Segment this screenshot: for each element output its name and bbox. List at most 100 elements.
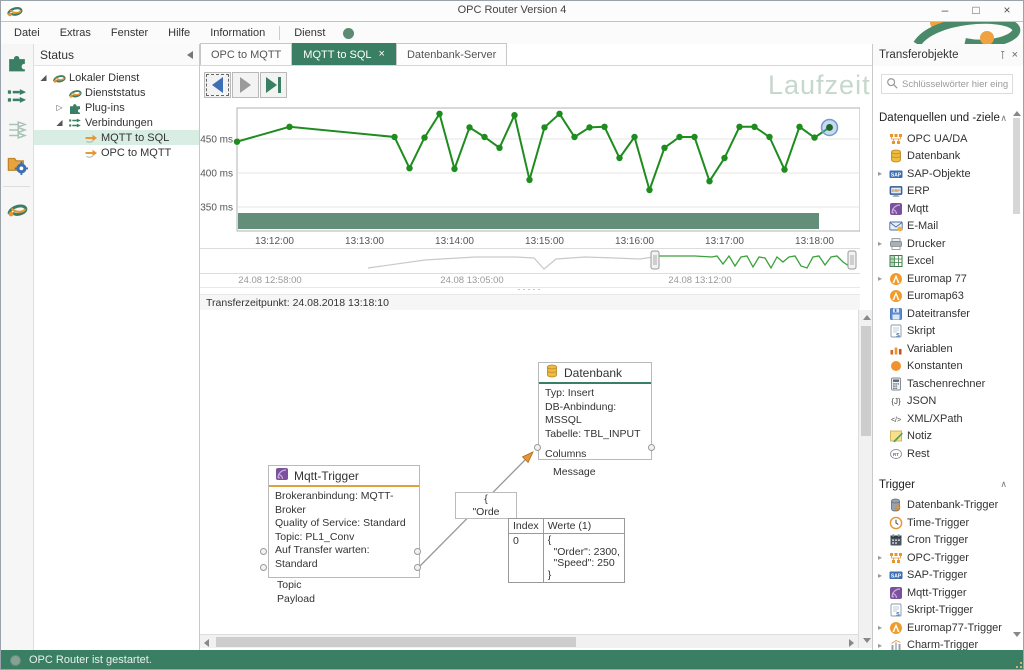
- transfer-item-rest[interactable]: RTRest: [873, 445, 1011, 463]
- strip-button-puzzle[interactable]: [3, 48, 31, 76]
- overview-range-handle[interactable]: [848, 251, 856, 269]
- panel-close-icon[interactable]: ×: [1012, 49, 1018, 61]
- port-topic-left[interactable]: [260, 548, 267, 555]
- transfer-item-euromap63[interactable]: Euromap63: [873, 288, 1011, 306]
- tree-expander-icon[interactable]: ▷: [54, 103, 65, 112]
- timeline-overview[interactable]: 24.08 12:58:0024.08 13:05:0024.08 13:12:…: [200, 248, 860, 288]
- item-expander-icon[interactable]: ▸: [875, 274, 885, 283]
- menu-extras[interactable]: Extras: [50, 24, 101, 42]
- close-button[interactable]: ×: [992, 1, 1022, 20]
- transfer-item-opc-trigger[interactable]: ▸OPC-Trigger: [873, 549, 1011, 567]
- menu-fenster[interactable]: Fenster: [101, 24, 158, 42]
- maximize-button[interactable]: □: [961, 1, 991, 20]
- panel-scroll-up-icon[interactable]: [1013, 111, 1021, 116]
- item-expander-icon[interactable]: ▸: [875, 641, 885, 650]
- item-expander-icon[interactable]: ▸: [875, 169, 885, 178]
- mqtt-trigger-node[interactable]: Mqtt-Trigger Brokeranbindung: MQTT-Broke…: [268, 465, 420, 578]
- tab-datenbank-server[interactable]: Datenbank-Server: [396, 43, 507, 65]
- item-expander-icon[interactable]: ▸: [875, 623, 885, 632]
- transfer-item-euromap77-trigger[interactable]: ▸Euromap77-Trigger: [873, 619, 1011, 637]
- tab-opc-to-mqtt[interactable]: OPC to MQTT: [200, 43, 292, 65]
- minimize-button[interactable]: –: [930, 1, 960, 20]
- datenbank-node[interactable]: Datenbank Typ: InsertDB-Anbindung: MSSQL…: [538, 362, 652, 460]
- resize-grip[interactable]: [1012, 658, 1022, 668]
- transfer-item-skript[interactable]: sSkript: [873, 323, 1011, 341]
- transfer-item-datenbank[interactable]: Datenbank: [873, 148, 1011, 166]
- transfer-item-json[interactable]: {J}JSON: [873, 393, 1011, 411]
- transfer-item-charm-trigger[interactable]: ▸Charm-Trigger: [873, 637, 1011, 651]
- tree-expander-icon[interactable]: ◢: [54, 118, 65, 127]
- overview-range-handle[interactable]: [651, 251, 659, 269]
- menu-hilfe[interactable]: Hilfe: [158, 24, 200, 42]
- transfer-item-dateitransfer[interactable]: Dateitransfer: [873, 305, 1011, 323]
- panel-scroll-down-icon[interactable]: [1013, 632, 1021, 637]
- vertical-scrollbar-thumb[interactable]: [861, 326, 871, 436]
- strip-button-templates[interactable]: [3, 116, 31, 144]
- pane-splitter[interactable]: ·····: [200, 286, 860, 294]
- transfer-item-skript-trigger[interactable]: sSkript-Trigger: [873, 602, 1011, 620]
- scroll-right-icon[interactable]: [849, 639, 854, 647]
- strip-button-connections[interactable]: [3, 82, 31, 110]
- port-topic-right[interactable]: [414, 548, 421, 555]
- strip-button-jobs[interactable]: [3, 150, 31, 178]
- transfer-item-mqtt[interactable]: Mqtt: [873, 200, 1011, 218]
- transfer-item-xml-xpath[interactable]: </>XML/XPath: [873, 410, 1011, 428]
- tree-item-lokaler-dienst[interactable]: ◢Lokaler Dienst: [34, 70, 199, 85]
- nav-forward-button[interactable]: [232, 72, 259, 98]
- tab-mqtt-to-sql[interactable]: MQTT to SQL×: [292, 43, 396, 65]
- panel-scrollbar[interactable]: [1011, 106, 1022, 642]
- tree-item-dienststatus[interactable]: Dienststatus: [34, 85, 199, 100]
- horizontal-scrollbar-thumb[interactable]: [216, 637, 576, 647]
- transfer-item-notiz[interactable]: Notiz: [873, 428, 1011, 446]
- strip-button-router-logo[interactable]: [3, 195, 31, 223]
- transfer-item-sap-objekte[interactable]: ▸SAPSAP-Objekte: [873, 165, 1011, 183]
- transfer-item-sap-trigger[interactable]: ▸SAPSAP-Trigger: [873, 567, 1011, 585]
- transfer-item-excel[interactable]: Excel: [873, 253, 1011, 271]
- tree-item-verbindungen[interactable]: ◢Verbindungen: [34, 115, 199, 130]
- autohide-pin-icon[interactable]: [187, 51, 193, 59]
- section-header-datenquellen-und-ziele[interactable]: Datenquellen und -ziele∧: [873, 106, 1011, 130]
- section-header-trigger[interactable]: Trigger∧: [873, 473, 1011, 497]
- transfer-item-mqtt-trigger[interactable]: Mqtt-Trigger: [873, 584, 1011, 602]
- collapse-chevron-icon[interactable]: ∧: [1000, 113, 1007, 124]
- tree-item-plug-ins[interactable]: ▷Plug-ins: [34, 100, 199, 115]
- transfer-item-euromap-77[interactable]: ▸Euromap 77: [873, 270, 1011, 288]
- scroll-up-icon[interactable]: [863, 315, 871, 320]
- transfer-item-erp[interactable]: ERPERP: [873, 183, 1011, 201]
- runtime-chart[interactable]: 450 ms400 ms350 ms13:12:0013:13:0013:14:…: [200, 104, 860, 250]
- port-message-left[interactable]: [534, 444, 541, 451]
- port-payload-right[interactable]: [414, 564, 421, 571]
- port-message-right[interactable]: [648, 444, 655, 451]
- search-input[interactable]: Schlüsselwörter hier eingeben: [881, 74, 1013, 94]
- transfer-item-drucker[interactable]: ▸Drucker: [873, 235, 1011, 253]
- item-expander-icon[interactable]: ▸: [875, 239, 885, 248]
- menu-information[interactable]: Information: [200, 24, 275, 42]
- transfer-item-datenbank-trigger[interactable]: Datenbank-Trigger: [873, 497, 1011, 515]
- transfer-item-taschenrechner[interactable]: Taschenrechner: [873, 375, 1011, 393]
- nav-back-button[interactable]: [204, 72, 231, 98]
- tree-expander-icon[interactable]: ◢: [38, 73, 49, 82]
- scroll-down-icon[interactable]: [863, 638, 871, 643]
- transfer-item-konstanten[interactable]: Konstanten: [873, 358, 1011, 376]
- scroll-left-icon[interactable]: [204, 639, 209, 647]
- transfer-item-time-trigger[interactable]: Time-Trigger: [873, 514, 1011, 532]
- pin-icon[interactable]: ⊺: [1000, 49, 1006, 62]
- port-payload-left[interactable]: [260, 564, 267, 571]
- nav-last-button[interactable]: [260, 72, 287, 98]
- item-expander-icon[interactable]: ▸: [875, 553, 885, 562]
- transfer-item-cron-trigger[interactable]: Cron Trigger: [873, 532, 1011, 550]
- tree-item-opc-to-mqtt[interactable]: OPC to MQTT: [34, 145, 199, 160]
- vertical-scrollbar[interactable]: [858, 310, 872, 648]
- tab-close-icon[interactable]: ×: [379, 49, 385, 60]
- transfer-item-variablen[interactable]: Variablen: [873, 340, 1011, 358]
- horizontal-scrollbar[interactable]: [200, 634, 858, 648]
- tree-item-mqtt-to-sql[interactable]: MQTT to SQL: [34, 130, 199, 145]
- menu-dienst[interactable]: Dienst: [284, 24, 335, 42]
- transfer-item-opc-ua-da[interactable]: OPC UA/DA: [873, 130, 1011, 148]
- transfer-item-e-mail[interactable]: E-Mail: [873, 218, 1011, 236]
- panel-scrollbar-thumb[interactable]: [1013, 118, 1020, 214]
- item-expander-icon[interactable]: ▸: [875, 571, 885, 580]
- menu-datei[interactable]: Datei: [4, 24, 50, 42]
- collapse-chevron-icon[interactable]: ∧: [1000, 479, 1007, 490]
- mqtt-trigger-node-ports: TopicPayload: [269, 578, 419, 606]
